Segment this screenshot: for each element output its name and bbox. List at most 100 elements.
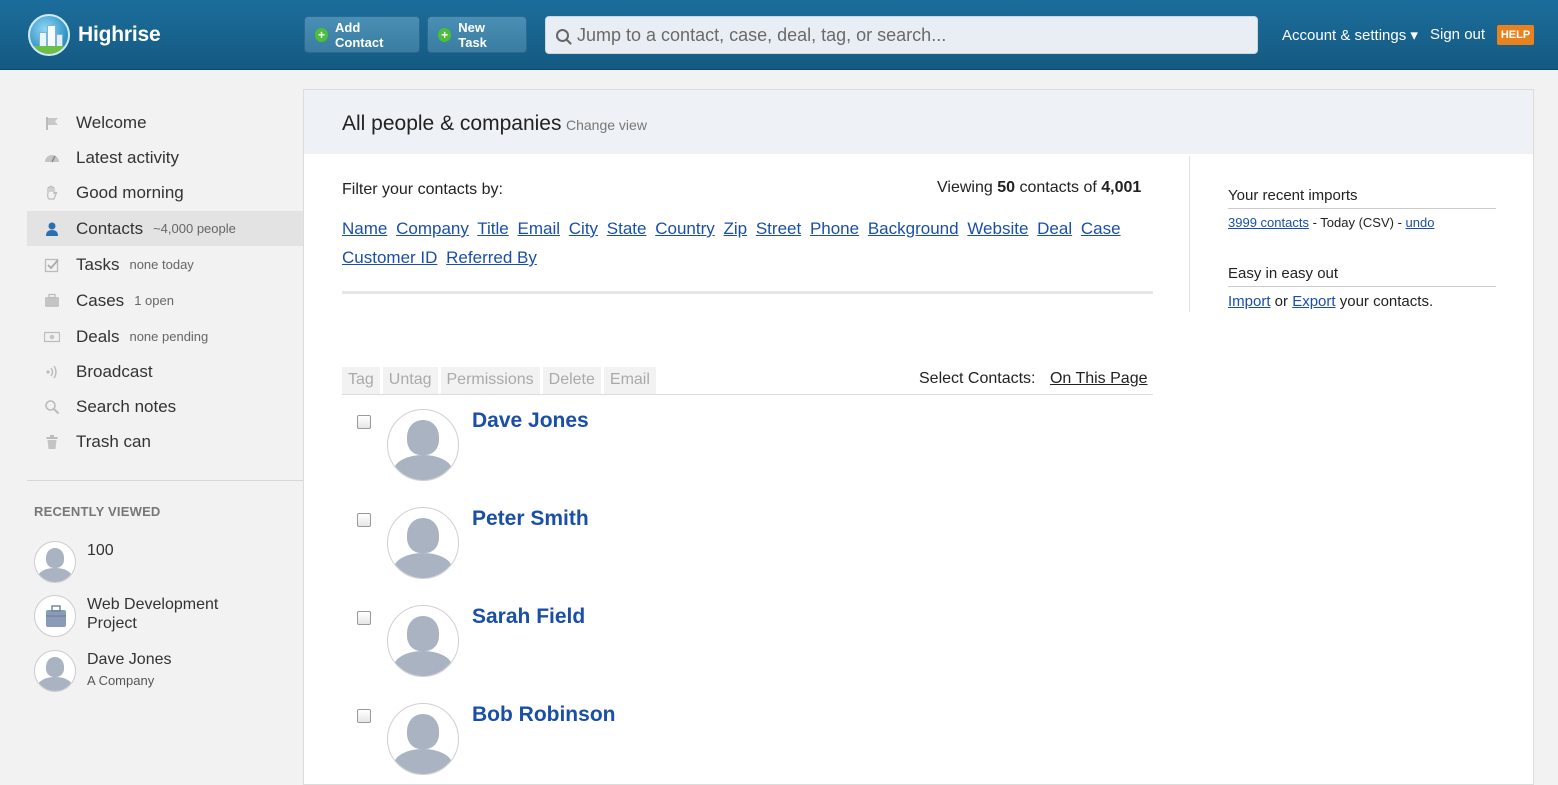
filter-email[interactable]: Email (518, 219, 561, 238)
contact-name-link[interactable]: Dave Jones (472, 409, 589, 433)
plus-icon: + (315, 27, 329, 42)
sidebar-item-label: Deals (76, 326, 120, 346)
search-input[interactable] (577, 24, 1227, 46)
gauge-icon (44, 150, 60, 166)
contact-checkbox[interactable] (357, 513, 371, 527)
column-divider (1189, 156, 1190, 312)
sidebar-item-cases[interactable]: Cases 1 open (27, 283, 303, 318)
sidebar-item-latest-activity[interactable]: Latest activity (27, 140, 303, 175)
sidebar-item-contacts[interactable]: Contacts ~4,000 people (27, 211, 303, 246)
tag-button[interactable]: Tag (342, 367, 380, 394)
checkbox-icon (44, 257, 60, 273)
sidebar-item-label: Welcome (76, 112, 147, 132)
sidebar-item-label: Search notes (76, 396, 177, 416)
contact-checkbox[interactable] (357, 709, 371, 723)
divider (342, 394, 1153, 395)
filter-country[interactable]: Country (655, 219, 715, 238)
sidebar-item-good-morning[interactable]: Good morning (27, 175, 303, 210)
filter-state[interactable]: State (607, 219, 647, 238)
sidebar-item-label: Tasks (76, 254, 120, 274)
plus-icon: + (438, 27, 452, 42)
sidebar-item-welcome[interactable]: Welcome (27, 105, 303, 140)
sidebar-item-broadcast[interactable]: Broadcast (27, 354, 303, 389)
filter-zip[interactable]: Zip (723, 219, 747, 238)
sidebar-item-label: Cases (76, 290, 125, 310)
person-avatar-icon[interactable] (387, 409, 459, 481)
filter-referred-by[interactable]: Referred By (446, 248, 537, 267)
recent-imports-section: Your recent imports 3999 contacts - Toda… (1228, 187, 1496, 230)
person-avatar-icon (34, 650, 76, 692)
contact-checkbox[interactable] (357, 611, 371, 625)
filter-company[interactable]: Company (396, 219, 469, 238)
person-avatar-icon[interactable] (387, 605, 459, 677)
sidebar-item-label: Contacts (76, 218, 144, 238)
filter-street[interactable]: Street (756, 219, 801, 238)
permissions-button[interactable]: Permissions (440, 367, 540, 394)
filter-title[interactable]: Title (477, 219, 509, 238)
undo-import-link[interactable]: undo (1406, 215, 1435, 230)
top-bar: Highrise + Add Contact + New Task Accoun… (0, 0, 1558, 70)
hand-icon (44, 185, 60, 201)
import-link[interactable]: Import (1228, 293, 1271, 310)
filter-deal[interactable]: Deal (1037, 219, 1072, 238)
sidebar-item-tasks[interactable]: Tasks none today (27, 247, 303, 282)
list-item: Sarah Field (357, 605, 1137, 703)
contact-name-link[interactable]: Bob Robinson (472, 703, 615, 727)
delete-button[interactable]: Delete (542, 367, 601, 394)
flag-icon (44, 115, 60, 131)
money-icon (43, 329, 61, 345)
page-title: All people & companies (342, 112, 562, 135)
change-view-link[interactable]: Change view (566, 117, 647, 133)
sidebar-item-label: Trash can (76, 431, 151, 451)
contact-name-link[interactable]: Sarah Field (472, 605, 585, 629)
filter-name[interactable]: Name (342, 219, 387, 238)
sidebar-item-label: Broadcast (76, 361, 153, 381)
sign-out-link[interactable]: Sign out (1430, 26, 1485, 43)
filter-website[interactable]: Website (967, 219, 1028, 238)
recent-import-entry: 3999 contacts - Today (CSV) - undo (1228, 215, 1496, 230)
app-logo[interactable]: Highrise (28, 14, 161, 56)
email-button[interactable]: Email (603, 367, 656, 394)
untag-button[interactable]: Untag (382, 367, 438, 394)
add-contact-button[interactable]: + Add Contact (304, 16, 420, 53)
easy-in-out-heading: Easy in easy out (1228, 265, 1496, 287)
filter-case[interactable]: Case (1081, 219, 1121, 238)
sidebar-item-trash-can[interactable]: Trash can (27, 424, 303, 459)
account-settings-menu[interactable]: Account & settings ▾ (1282, 26, 1418, 44)
recent-item[interactable]: Dave Jones A Company (34, 650, 172, 692)
contact-checkbox[interactable] (357, 415, 371, 429)
viewing-total: 4,001 (1101, 179, 1142, 196)
sidebar-item-count: ~4,000 people (153, 221, 236, 236)
app-name: Highrise (78, 23, 161, 46)
filter-city[interactable]: City (569, 219, 598, 238)
recent-item[interactable]: 100 (34, 541, 114, 583)
recent-item-company: A Company (87, 673, 155, 688)
viewing-mid: contacts of (1019, 179, 1097, 196)
divider (27, 480, 303, 481)
filter-phone[interactable]: Phone (810, 219, 859, 238)
easy-in-out-section: Easy in easy out Import or Export your c… (1228, 265, 1496, 310)
person-avatar-icon[interactable] (387, 703, 459, 775)
search-icon (44, 399, 60, 415)
sidebar-item-deals[interactable]: Deals none pending (27, 319, 303, 354)
trash-icon (44, 434, 60, 450)
filter-customer-id[interactable]: Customer ID (342, 248, 437, 267)
import-contacts-link[interactable]: 3999 contacts (1228, 215, 1309, 230)
filter-background[interactable]: Background (868, 219, 959, 238)
sidebar-item-search-notes[interactable]: Search notes (27, 389, 303, 424)
recently-viewed-heading: RECENTLY VIEWED (34, 504, 161, 519)
help-button[interactable]: HELP (1497, 25, 1534, 45)
select-on-this-page-link[interactable]: On This Page (1050, 370, 1148, 387)
export-link[interactable]: Export (1292, 293, 1335, 310)
list-item: Dave Jones (357, 409, 1137, 507)
new-task-button[interactable]: + New Task (427, 16, 527, 53)
recent-item-title: 100 (87, 542, 114, 559)
contact-name-link[interactable]: Peter Smith (472, 507, 589, 531)
list-item: Bob Robinson (357, 703, 1137, 785)
list-item: Peter Smith (357, 507, 1137, 605)
briefcase-icon (44, 293, 60, 309)
person-avatar-icon[interactable] (387, 507, 459, 579)
divider (342, 291, 1153, 294)
recent-item[interactable]: Web Development Project (34, 595, 247, 637)
search-box[interactable] (545, 16, 1258, 54)
